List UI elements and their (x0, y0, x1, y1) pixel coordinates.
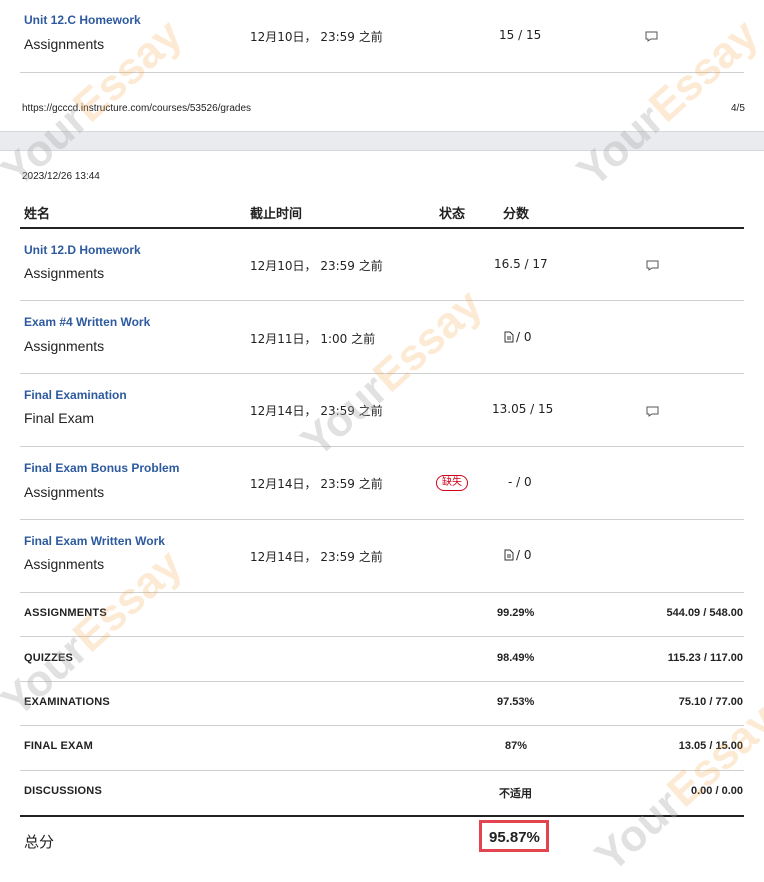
assignment-title-link[interactable]: Final Exam Bonus Problem (24, 461, 179, 475)
divider (20, 373, 744, 374)
page-url: https://gcccd.instructure.com/courses/53… (22, 103, 252, 114)
group-label: EXAMINATIONS (24, 696, 110, 708)
assignment-title-link[interactable]: Final Exam Written Work (24, 534, 165, 548)
score: / 0 (516, 548, 532, 562)
divider (20, 725, 744, 726)
group-label: ASSIGNMENTS (24, 607, 107, 619)
assignment-title-link[interactable]: Final Examination (24, 388, 127, 402)
total-label: 总分 (24, 833, 55, 851)
group-label: QUIZZES (24, 652, 74, 664)
score: - / 0 (508, 475, 532, 489)
group-points: 75.10 / 77.00 (678, 696, 743, 708)
divider (20, 636, 744, 637)
total-score: 95.87% (489, 829, 540, 846)
group-points: 13.05 / 15.00 (678, 740, 743, 752)
assignment-title-link[interactable]: Unit 12.D Homework (24, 243, 141, 257)
due-date: 12月10日， 23:59 之前 (250, 30, 383, 44)
due-date: 12月11日， 1:00 之前 (250, 332, 376, 346)
divider (20, 592, 744, 593)
group-points: 544.09 / 548.00 (666, 607, 743, 619)
group-label: FINAL EXAM (24, 740, 94, 752)
divider (20, 300, 744, 301)
group-percent: 97.53% (497, 696, 535, 708)
total-rule (20, 815, 744, 817)
missing-badge: 缺失 (436, 475, 468, 491)
assignment-category: Final Exam (24, 410, 95, 426)
group-points: 0.00 / 0.00 (691, 785, 743, 797)
document-icon (504, 331, 514, 343)
divider (20, 72, 744, 73)
page-separator (0, 131, 764, 151)
group-percent: 99.29% (497, 607, 535, 619)
divider (20, 770, 744, 771)
comment-icon[interactable] (646, 259, 659, 271)
assignment-title-link[interactable]: Unit 12.C Homework (24, 13, 141, 27)
header-score: 分数 (503, 207, 530, 222)
divider (20, 681, 744, 682)
due-date: 12月14日， 23:59 之前 (250, 404, 383, 418)
score: 16.5 / 17 (494, 257, 548, 271)
assignment-category: Assignments (24, 36, 105, 52)
group-percent: 98.49% (497, 652, 535, 664)
assignment-category: Assignments (24, 338, 105, 354)
assignment-category: Assignments (24, 265, 105, 281)
due-date: 12月14日， 23:59 之前 (250, 477, 383, 491)
header-name: 姓名 (24, 207, 51, 222)
comment-icon[interactable] (645, 30, 658, 42)
assignment-category: Assignments (24, 556, 105, 572)
score: 15 / 15 (499, 28, 542, 42)
due-date: 12月14日， 23:59 之前 (250, 550, 383, 564)
group-percent: 87% (505, 740, 528, 752)
comment-icon[interactable] (646, 405, 659, 417)
score: / 0 (516, 330, 532, 344)
divider (20, 446, 744, 447)
document-icon (504, 549, 514, 561)
score: 13.05 / 15 (492, 402, 554, 416)
assignment-category: Assignments (24, 484, 105, 500)
header-status: 状态 (439, 207, 466, 222)
group-points: 115.23 / 117.00 (667, 652, 743, 664)
group-percent: 不适用 (499, 788, 532, 800)
header-rule (20, 227, 744, 229)
due-date: 12月10日， 23:59 之前 (250, 259, 383, 273)
assignment-title-link[interactable]: Exam #4 Written Work (24, 315, 150, 329)
print-timestamp: 2023/12/26 13:44 (22, 171, 100, 182)
divider (20, 519, 744, 520)
group-label: DISCUSSIONS (24, 785, 102, 797)
header-due: 截止时间 (250, 207, 303, 222)
page-number: 4/5 (731, 103, 745, 114)
